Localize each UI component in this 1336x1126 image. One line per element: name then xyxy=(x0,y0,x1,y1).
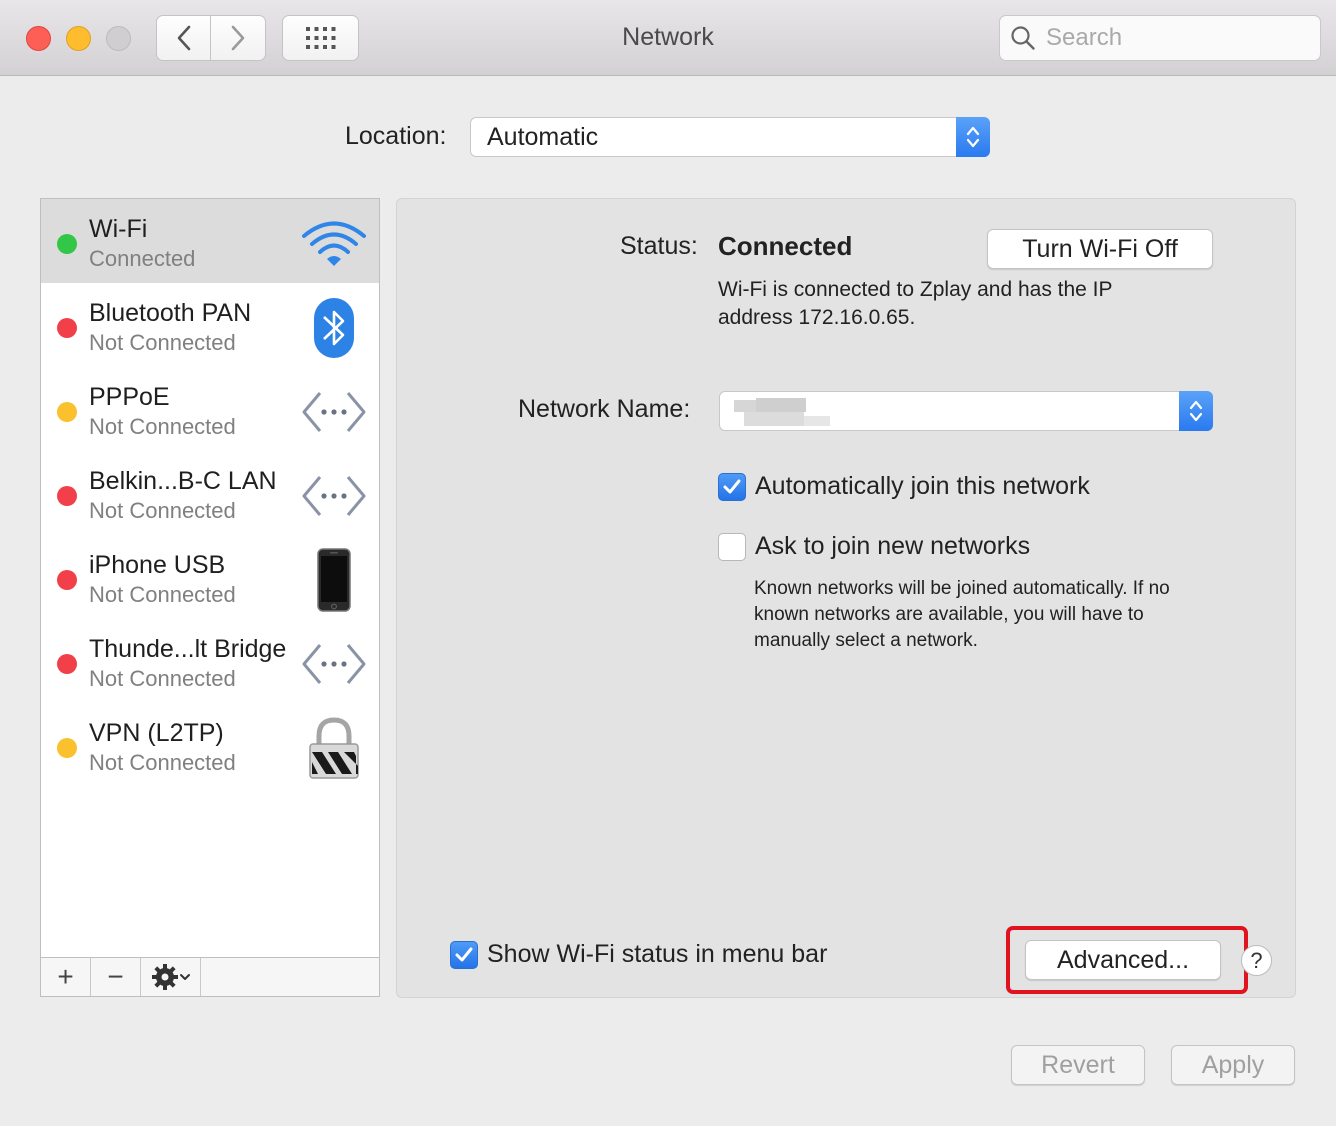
service-item-vpn-l2tp[interactable]: VPN (L2TP) Not Connected xyxy=(41,703,379,787)
service-list-toolbar: + − xyxy=(40,957,380,997)
search-icon xyxy=(1011,26,1035,50)
iphone-icon xyxy=(301,548,367,612)
wifi-icon xyxy=(301,213,367,275)
status-description: Wi-Fi is connected to Zplay and has the … xyxy=(718,278,1113,329)
location-value: Automatic xyxy=(487,123,599,151)
service-item-bluetooth-pan[interactable]: Bluetooth PAN Not Connected xyxy=(41,283,379,367)
service-item-wifi[interactable]: Wi-Fi Connected xyxy=(41,199,379,283)
service-list: Wi-Fi Connected Bluetooth PAN Not Connec… xyxy=(40,198,380,958)
show-status-label: Show Wi-Fi status in menu bar xyxy=(487,940,828,968)
ask-join-label: Ask to join new networks xyxy=(755,532,1031,560)
ask-join-row[interactable]: Ask to join new networks xyxy=(718,532,1030,561)
gear-icon xyxy=(151,964,190,990)
auto-join-checkbox[interactable] xyxy=(718,472,746,501)
ask-join-help-text: Known networks will be joined automatica… xyxy=(754,578,1170,651)
service-status: Not Connected xyxy=(89,582,236,607)
apply-button[interactable]: Apply xyxy=(1171,1045,1295,1085)
revert-button[interactable]: Revert xyxy=(1011,1045,1145,1085)
service-name: Thunde...lt Bridge xyxy=(89,635,287,663)
ethernet-arrows-icon xyxy=(301,633,367,695)
service-name: PPPoE xyxy=(89,383,170,411)
ethernet-arrows-icon xyxy=(301,465,367,527)
network-name-select[interactable] xyxy=(719,391,1213,431)
service-item-belkin-lan[interactable]: Belkin...B-C LAN Not Connected xyxy=(41,451,379,535)
bluetooth-icon xyxy=(301,297,367,359)
auto-join-row[interactable]: Automatically join this network xyxy=(718,472,1090,501)
redacted-block xyxy=(734,400,756,412)
service-status: Not Connected xyxy=(89,498,236,523)
service-name: iPhone USB xyxy=(89,551,226,579)
up-down-chevron-icon xyxy=(966,126,980,148)
service-item-pppoe[interactable]: PPPoE Not Connected xyxy=(41,367,379,451)
service-status: Not Connected xyxy=(89,750,236,775)
status-dot xyxy=(57,234,77,254)
location-stepper[interactable] xyxy=(956,117,990,157)
location-select[interactable]: Automatic xyxy=(470,117,990,157)
service-name: Bluetooth PAN xyxy=(89,299,252,327)
add-service-button[interactable]: + xyxy=(41,958,91,996)
service-item-iphone-usb[interactable]: iPhone USB Not Connected xyxy=(41,535,379,619)
redacted-block xyxy=(804,416,830,426)
turn-wifi-off-button[interactable]: Turn Wi-Fi Off xyxy=(987,229,1213,269)
help-button[interactable]: ? xyxy=(1241,945,1272,976)
title-bar: Network xyxy=(0,0,1336,76)
redacted-block xyxy=(744,412,804,426)
service-status: Not Connected xyxy=(89,666,236,691)
status-dot xyxy=(57,570,77,590)
lock-icon xyxy=(301,717,367,779)
annotation-highlight-box xyxy=(1006,926,1248,994)
status-dot xyxy=(57,486,77,506)
checkmark-icon xyxy=(455,947,473,961)
status-dot xyxy=(57,402,77,422)
remove-service-button[interactable]: − xyxy=(91,958,141,996)
status-value: Connected xyxy=(718,231,853,261)
service-name: Wi-Fi xyxy=(89,215,148,243)
network-name-label: Network Name: xyxy=(518,395,691,423)
search-input[interactable] xyxy=(1046,24,1306,52)
up-down-chevron-icon xyxy=(1189,400,1203,422)
status-label: Status: xyxy=(620,232,698,260)
show-status-row[interactable]: Show Wi-Fi status in menu bar xyxy=(450,940,827,969)
checkmark-icon xyxy=(723,479,741,493)
show-status-checkbox[interactable] xyxy=(450,940,478,969)
status-dot xyxy=(57,738,77,758)
service-status: Not Connected xyxy=(89,330,236,355)
action-menu-button[interactable] xyxy=(141,958,201,996)
search-field[interactable] xyxy=(999,15,1321,61)
status-dot xyxy=(57,318,77,338)
network-name-stepper[interactable] xyxy=(1179,391,1213,431)
service-name: VPN (L2TP) xyxy=(89,719,224,747)
location-label: Location: xyxy=(345,122,447,150)
service-item-thunderbolt-bridge[interactable]: Thunde...lt Bridge Not Connected xyxy=(41,619,379,703)
service-name: Belkin...B-C LAN xyxy=(89,467,277,495)
service-status: Not Connected xyxy=(89,414,236,439)
ethernet-arrows-icon xyxy=(301,381,367,443)
service-status: Connected xyxy=(89,246,196,271)
status-dot xyxy=(57,654,77,674)
ask-join-checkbox[interactable] xyxy=(718,532,746,561)
redacted-block xyxy=(756,398,806,412)
auto-join-label: Automatically join this network xyxy=(755,472,1090,500)
